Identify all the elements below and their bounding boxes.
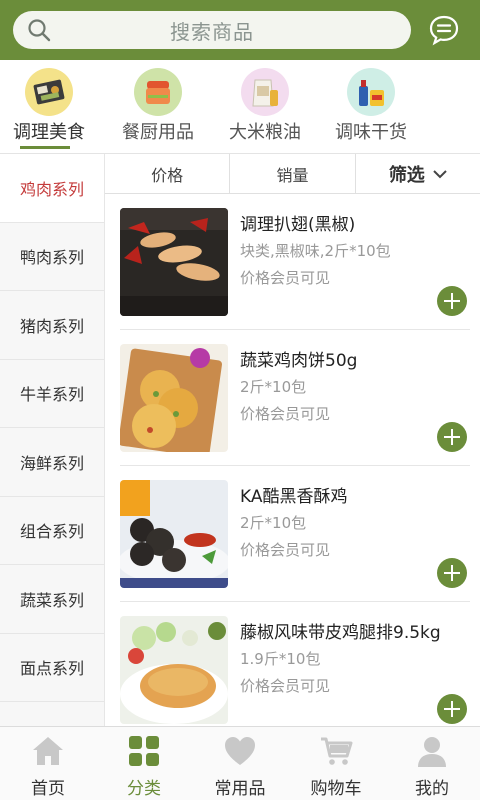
- product-spec: 2斤*10包: [240, 514, 307, 532]
- tab-home[interactable]: 首页: [0, 727, 96, 800]
- tab-label: 购物车: [310, 779, 362, 799]
- product-price: 价格会员可见: [240, 405, 331, 423]
- sort-price-button[interactable]: 价格: [105, 154, 231, 193]
- food-container-icon: [134, 68, 182, 116]
- sidebar-item-duck[interactable]: 鸭肉系列: [0, 223, 104, 291]
- product-price: 价格会员可见: [240, 677, 331, 695]
- add-to-cart-button[interactable]: [437, 422, 467, 452]
- add-to-cart-button[interactable]: [437, 694, 467, 724]
- sidebar-item-pork[interactable]: 猪肉系列: [0, 291, 104, 360]
- product-spec: 2斤*10包: [240, 378, 307, 396]
- add-to-cart-button[interactable]: [437, 558, 467, 588]
- category-label: 调味干货: [335, 122, 407, 143]
- product-price: 价格会员可见: [240, 541, 331, 559]
- category-active-underline: [20, 146, 70, 149]
- sidebar-item-combo[interactable]: 组合系列: [0, 497, 104, 565]
- product-image: [120, 208, 228, 316]
- category-label: 调理美食: [13, 122, 85, 143]
- tab-label: 首页: [31, 779, 65, 799]
- rice-bag-icon: [241, 68, 289, 116]
- product-item[interactable]: 蔬菜鸡肉饼50g 2斤*10包 价格会员可见: [120, 330, 470, 466]
- sort-bar: 价格 销量 筛选: [105, 154, 480, 194]
- product-name: 调理扒翅(黑椒): [240, 215, 356, 235]
- sidebar-item-seafood[interactable]: 海鲜系列: [0, 428, 104, 497]
- product-item[interactable]: 调理扒翅(黑椒) 块类,黑椒味,2斤*10包 价格会员可见: [120, 194, 470, 330]
- chevron-down-icon: [433, 169, 447, 178]
- home-icon: [33, 737, 63, 765]
- tab-cart[interactable]: 购物车: [288, 727, 384, 800]
- search-box[interactable]: 搜索商品: [13, 11, 411, 49]
- sidebar-item-vegetable[interactable]: 蔬菜系列: [0, 565, 104, 634]
- product-name: KA酷黑香酥鸡: [240, 487, 348, 507]
- product-name: 蔬菜鸡肉饼50g: [240, 351, 358, 371]
- product-list: 调理扒翅(黑椒) 块类,黑椒味,2斤*10包 价格会员可见 蔬菜鸡肉饼50g 2…: [105, 194, 480, 726]
- search-icon: [28, 19, 51, 42]
- bottom-tab-bar: 首页 分类 常用品 购物车 我的: [0, 726, 480, 800]
- top-bar: 搜索商品: [0, 0, 480, 60]
- sidebar: 鸡肉系列 鸭肉系列 猪肉系列 牛羊系列 海鲜系列 组合系列 蔬菜系列 面点系列: [0, 154, 105, 726]
- category-label: 大米粮油: [229, 122, 301, 143]
- heart-icon: [225, 737, 255, 765]
- tab-favorites[interactable]: 常用品: [192, 727, 288, 800]
- tab-label: 分类: [127, 779, 161, 799]
- tab-profile[interactable]: 我的: [384, 727, 480, 800]
- seasoning-icon: [347, 68, 395, 116]
- sidebar-item-beef-lamb[interactable]: 牛羊系列: [0, 360, 104, 428]
- category-label: 餐厨用品: [122, 122, 194, 143]
- sidebar-item-chicken[interactable]: 鸡肉系列: [0, 154, 104, 223]
- cart-icon: [321, 737, 353, 765]
- message-icon[interactable]: [428, 14, 460, 46]
- user-icon: [418, 737, 446, 767]
- product-spec: 1.9斤*10包: [240, 650, 321, 668]
- tab-label: 我的: [415, 779, 449, 799]
- product-image: [120, 344, 228, 452]
- bento-box-icon: [25, 68, 73, 116]
- filter-button[interactable]: 筛选: [356, 154, 480, 193]
- category-grid-icon: [129, 736, 159, 766]
- filter-label: 筛选: [388, 164, 425, 186]
- category-item-kitchenware[interactable]: 餐厨用品: [103, 60, 213, 154]
- sort-sales-label: 销量: [276, 165, 309, 185]
- category-item-rice-oil[interactable]: 大米粮油: [210, 60, 320, 154]
- tab-label: 常用品: [214, 779, 266, 799]
- category-item-cooked-food[interactable]: 调理美食: [0, 60, 104, 154]
- sort-sales-button[interactable]: 销量: [230, 154, 356, 193]
- product-name: 藤椒风味带皮鸡腿排9.5kg: [240, 623, 441, 643]
- search-placeholder: 搜索商品: [170, 19, 254, 44]
- product-price: 价格会员可见: [240, 269, 331, 287]
- product-image: [120, 616, 228, 724]
- tab-category[interactable]: 分类: [96, 727, 192, 800]
- product-image: [120, 480, 228, 588]
- sidebar-item-pastry[interactable]: 面点系列: [0, 634, 104, 702]
- product-item[interactable]: KA酷黑香酥鸡 2斤*10包 价格会员可见: [120, 466, 470, 602]
- product-item[interactable]: 藤椒风味带皮鸡腿排9.5kg 1.9斤*10包 价格会员可见: [120, 602, 470, 726]
- sort-price-label: 价格: [151, 165, 184, 185]
- category-item-seasoning[interactable]: 调味干货: [316, 60, 426, 154]
- category-strip: 调理美食 餐厨用品 大米粮油 调味干货: [0, 60, 480, 154]
- product-spec: 块类,黑椒味,2斤*10包: [240, 242, 391, 260]
- add-to-cart-button[interactable]: [437, 286, 467, 316]
